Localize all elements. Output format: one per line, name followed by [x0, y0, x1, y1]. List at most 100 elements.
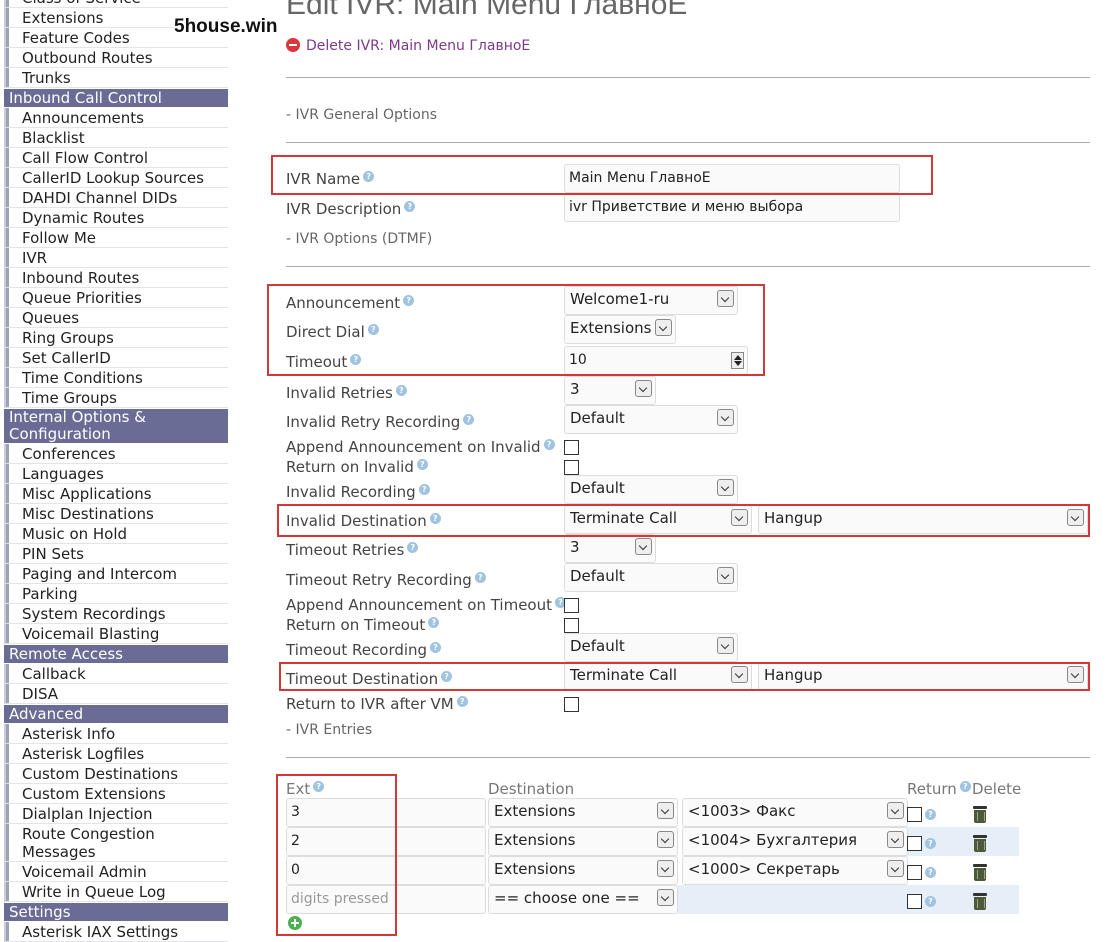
- help-icon[interactable]: ?: [441, 671, 453, 682]
- sidebar-item-dynamic-routes[interactable]: Dynamic Routes: [4, 208, 228, 228]
- sidebar-item-custom-destinations[interactable]: Custom Destinations: [4, 764, 228, 784]
- help-icon[interactable]: ?: [474, 572, 486, 583]
- sidebar-item-music-on-hold[interactable]: Music on Hold: [4, 524, 228, 544]
- trash-icon[interactable]: [972, 863, 988, 881]
- help-icon[interactable]: ?: [959, 781, 971, 792]
- sidebar-item-asterisk-info[interactable]: Asterisk Info: [4, 724, 228, 744]
- sidebar-item-queues[interactable]: Queues: [4, 308, 228, 328]
- entry-ext-input[interactable]: 3: [286, 798, 486, 827]
- sidebar-item-inbound-routes[interactable]: Inbound Routes: [4, 268, 228, 288]
- sidebar-item-set-callerid[interactable]: Set CallerID: [4, 348, 228, 368]
- sidebar-item-follow-me[interactable]: Follow Me: [4, 228, 228, 248]
- entry-target-select[interactable]: <1000> Секретарь: [682, 856, 908, 885]
- help-icon[interactable]: ?: [404, 201, 416, 212]
- timeout-retries-select[interactable]: 3: [564, 534, 656, 563]
- ivr-name-input[interactable]: Main Menu ГлавноЕ: [564, 164, 900, 193]
- sidebar-item-call-flow-control[interactable]: Call Flow Control: [4, 148, 228, 168]
- sidebar-item-custom-extensions[interactable]: Custom Extensions: [4, 784, 228, 804]
- help-icon[interactable]: ?: [418, 484, 430, 495]
- sidebar-item-conferences[interactable]: Conferences: [4, 444, 228, 464]
- help-icon[interactable]: ?: [395, 385, 407, 396]
- timeout-destination-select[interactable]: Terminate Call: [564, 662, 752, 691]
- help-icon[interactable]: ?: [367, 324, 379, 335]
- sidebar-item-misc-applications[interactable]: Misc Applications: [4, 484, 228, 504]
- help-icon[interactable]: ?: [350, 354, 362, 365]
- entry-return-checkbox[interactable]: [907, 807, 922, 822]
- help-icon[interactable]: ?: [416, 459, 428, 470]
- help-icon[interactable]: ?: [429, 513, 441, 524]
- append-announcement-invalid-checkbox[interactable]: [564, 440, 579, 455]
- sidebar-item-pin-sets[interactable]: PIN Sets: [4, 544, 228, 564]
- entry-ext-input[interactable]: 0: [286, 856, 486, 885]
- append-announcement-timeout-checkbox[interactable]: [564, 598, 579, 613]
- help-icon[interactable]: ?: [313, 781, 325, 792]
- help-icon[interactable]: ?: [925, 809, 936, 820]
- sidebar-item-outbound-routes[interactable]: Outbound Routes: [4, 48, 228, 68]
- timeout-input[interactable]: 10: [564, 346, 748, 375]
- return-to-ivr-after-vm-checkbox[interactable]: [564, 697, 579, 712]
- sidebar-item-blacklist[interactable]: Blacklist: [4, 128, 228, 148]
- ivr-description-input[interactable]: ivr Приветствие и меню выбора: [564, 193, 900, 222]
- new-entry-return-checkbox[interactable]: [907, 894, 922, 909]
- section-general-options[interactable]: - IVR General Options: [286, 107, 437, 123]
- sidebar-item-voicemail-blasting[interactable]: Voicemail Blasting: [4, 624, 228, 644]
- section-ivr-entries[interactable]: - IVR Entries: [286, 722, 372, 738]
- sidebar-item-paging-and-intercom[interactable]: Paging and Intercom: [4, 564, 228, 584]
- help-icon[interactable]: ?: [403, 295, 415, 306]
- help-icon[interactable]: ?: [543, 439, 555, 450]
- invalid-destination-target-select[interactable]: Hangup: [758, 505, 1088, 534]
- sidebar-item-asterisk-iax-settings[interactable]: Asterisk IAX Settings: [4, 922, 228, 942]
- sidebar-item-time-conditions[interactable]: Time Conditions: [4, 368, 228, 388]
- help-icon[interactable]: ?: [363, 171, 375, 182]
- entry-return-checkbox[interactable]: [907, 836, 922, 851]
- invalid-retries-select[interactable]: 3: [564, 376, 656, 405]
- new-entry-destination-select[interactable]: == choose one ==: [488, 885, 678, 914]
- trash-icon[interactable]: [972, 805, 988, 823]
- invalid-recording-select[interactable]: Default: [564, 475, 738, 504]
- sidebar-item-parking[interactable]: Parking: [4, 584, 228, 604]
- sidebar-item-queue-priorities[interactable]: Queue Priorities: [4, 288, 228, 308]
- sidebar-item-trunks[interactable]: Trunks: [4, 68, 228, 88]
- sidebar-item-time-groups[interactable]: Time Groups: [4, 388, 228, 408]
- entry-destination-select[interactable]: Extensions: [488, 798, 678, 827]
- entry-destination-select[interactable]: Extensions: [488, 827, 678, 856]
- sidebar-item-dahdi-channel-dids[interactable]: DAHDI Channel DIDs: [4, 188, 228, 208]
- entry-target-select[interactable]: <1004> Бухгалтерия: [682, 827, 908, 856]
- sidebar-item-route-congestion-messages[interactable]: Route Congestion Messages: [4, 824, 228, 862]
- direct-dial-select[interactable]: Extensions: [564, 315, 676, 344]
- help-icon[interactable]: ?: [430, 642, 442, 653]
- help-icon[interactable]: ?: [407, 542, 419, 553]
- sidebar-item-ivr[interactable]: IVR: [4, 248, 228, 268]
- entry-target-select[interactable]: <1003> Факс: [682, 798, 908, 827]
- sidebar-item-disa[interactable]: DISA: [4, 684, 228, 704]
- sidebar-item-class-of-service[interactable]: Class of Service: [4, 0, 228, 8]
- new-entry-ext-input[interactable]: digits pressed: [286, 885, 486, 914]
- sidebar-item-dialplan-injection[interactable]: Dialplan Injection: [4, 804, 228, 824]
- sidebar-item-announcements[interactable]: Announcements: [4, 108, 228, 128]
- spinner-icon[interactable]: [731, 352, 744, 369]
- help-icon[interactable]: ?: [925, 867, 936, 878]
- trash-icon[interactable]: [972, 892, 988, 910]
- sidebar-item-callback[interactable]: Callback: [4, 664, 228, 684]
- help-icon[interactable]: ?: [925, 896, 936, 907]
- help-icon[interactable]: ?: [456, 696, 468, 707]
- announcement-select[interactable]: Welcome1-ru: [564, 286, 738, 315]
- trash-icon[interactable]: [972, 834, 988, 852]
- help-icon[interactable]: ?: [428, 617, 440, 628]
- help-icon[interactable]: ?: [925, 838, 936, 849]
- entry-return-checkbox[interactable]: [907, 865, 922, 880]
- sidebar-item-ring-groups[interactable]: Ring Groups: [4, 328, 228, 348]
- invalid-retry-recording-select[interactable]: Default: [564, 405, 738, 434]
- invalid-destination-select[interactable]: Terminate Call: [564, 505, 752, 534]
- return-on-invalid-checkbox[interactable]: [564, 460, 579, 475]
- sidebar-item-misc-destinations[interactable]: Misc Destinations: [4, 504, 228, 524]
- sidebar-item-callerid-lookup-sources[interactable]: CallerID Lookup Sources: [4, 168, 228, 188]
- sidebar-item-write-in-queue-log[interactable]: Write in Queue Log: [4, 882, 228, 902]
- sidebar-item-languages[interactable]: Languages: [4, 464, 228, 484]
- timeout-retry-recording-select[interactable]: Default: [564, 563, 738, 592]
- timeout-recording-select[interactable]: Default: [564, 633, 738, 662]
- section-dtmf-options[interactable]: - IVR Options (DTMF): [286, 231, 432, 247]
- sidebar-item-asterisk-logfiles[interactable]: Asterisk Logfiles: [4, 744, 228, 764]
- entry-ext-input[interactable]: 2: [286, 827, 486, 856]
- delete-ivr-link[interactable]: Delete IVR: Main Menu ГлавноЕ: [286, 38, 530, 54]
